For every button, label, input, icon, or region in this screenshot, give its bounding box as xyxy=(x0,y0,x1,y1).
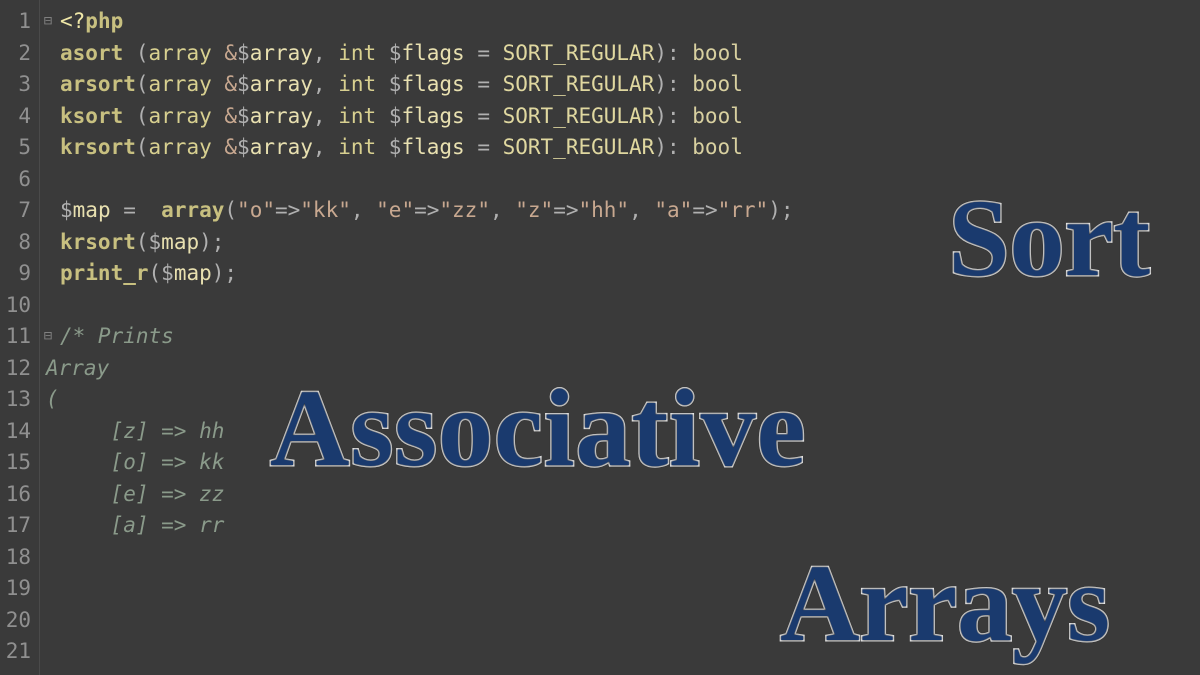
code-line: [e] => zz xyxy=(60,479,1200,511)
code-line: /* Prints xyxy=(60,321,1200,353)
code-line: krsort($map); xyxy=(60,227,1200,259)
code-line: [o] => kk xyxy=(60,447,1200,479)
code-editor: 1 2 3 4 5 6 7 8 9 10 11 12 13 14 15 16 1… xyxy=(0,0,1200,675)
code-line xyxy=(60,636,1200,668)
line-number: 9 xyxy=(4,258,31,290)
line-number-gutter: 1 2 3 4 5 6 7 8 9 10 11 12 13 14 15 16 1… xyxy=(0,0,40,675)
code-line: print_r($map); xyxy=(60,258,1200,290)
code-line: <?php xyxy=(60,6,1200,38)
line-number: 4 xyxy=(4,101,31,133)
fold-toggle-icon[interactable]: ⊟ xyxy=(40,321,56,353)
code-line: ksort (array &$array, int $flags = SORT_… xyxy=(60,101,1200,133)
code-line: [z] => hh xyxy=(60,416,1200,448)
fold-toggle-icon[interactable]: ⊟ xyxy=(40,6,56,38)
line-number: 8 xyxy=(4,227,31,259)
fold-column: ⊟ ⊟ xyxy=(40,0,56,675)
line-number: 21 xyxy=(4,636,31,668)
line-number: 1 xyxy=(4,6,31,38)
code-line xyxy=(60,573,1200,605)
code-line xyxy=(60,605,1200,637)
line-number: 15 xyxy=(4,447,31,479)
code-line: ( xyxy=(60,384,1200,416)
line-number: 13 xyxy=(4,384,31,416)
code-line xyxy=(60,542,1200,574)
code-line: Array xyxy=(60,353,1200,385)
code-line: [a] => rr xyxy=(60,510,1200,542)
code-area[interactable]: <?php asort (array &$array, int $flags =… xyxy=(56,0,1200,675)
line-number: 7 xyxy=(4,195,31,227)
line-number: 17 xyxy=(4,510,31,542)
line-number: 5 xyxy=(4,132,31,164)
line-number: 2 xyxy=(4,38,31,70)
line-number: 14 xyxy=(4,416,31,448)
line-number: 6 xyxy=(4,164,31,196)
code-line: asort (array &$array, int $flags = SORT_… xyxy=(60,38,1200,70)
line-number: 19 xyxy=(4,573,31,605)
code-line: krsort(array &$array, int $flags = SORT_… xyxy=(60,132,1200,164)
line-number: 20 xyxy=(4,605,31,637)
code-line: arsort(array &$array, int $flags = SORT_… xyxy=(60,69,1200,101)
code-line xyxy=(60,290,1200,322)
line-number: 3 xyxy=(4,69,31,101)
code-line xyxy=(60,164,1200,196)
line-number: 16 xyxy=(4,479,31,511)
line-number: 18 xyxy=(4,542,31,574)
line-number: 11 xyxy=(4,321,31,353)
code-line: $map = array("o"=>"kk", "e"=>"zz", "z"=>… xyxy=(60,195,1200,227)
line-number: 12 xyxy=(4,353,31,385)
line-number: 10 xyxy=(4,290,31,322)
